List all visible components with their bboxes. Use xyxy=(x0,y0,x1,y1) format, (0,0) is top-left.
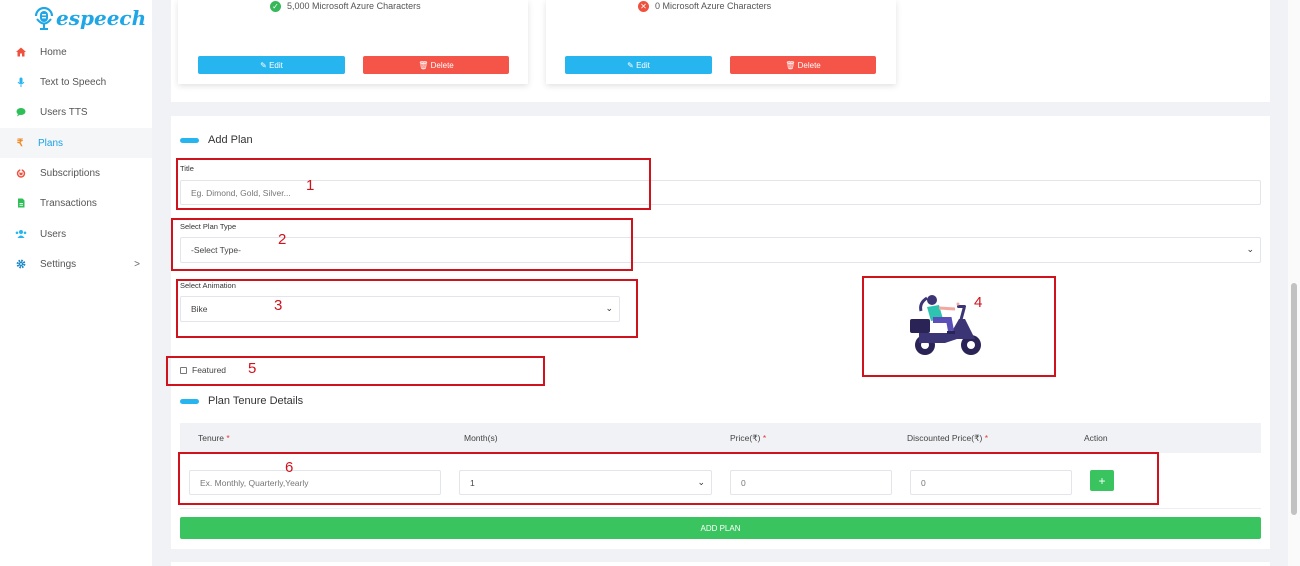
sidebar-item-label: Text to Speech xyxy=(40,76,107,88)
delete-label: Delete xyxy=(430,60,454,70)
sidebar-item-users[interactable]: Users xyxy=(0,219,152,249)
chat-icon xyxy=(15,106,27,118)
sidebar-item-users-tts[interactable]: Users TTS xyxy=(0,97,152,127)
sidebar-item-label: Users TTS xyxy=(40,106,88,118)
feature-value: 5,000 xyxy=(287,1,310,11)
plan-card: ✕ 0 Microsoft Azure Characters ✎ Edit 🗑 … xyxy=(546,0,896,84)
plan-feature: ✕ 0 Microsoft Azure Characters xyxy=(638,0,771,12)
sidebar-item-label: Transactions xyxy=(40,197,97,209)
delete-button[interactable]: 🗑 Delete xyxy=(730,56,876,74)
users-icon xyxy=(15,228,27,240)
trash-icon: 🗑 xyxy=(418,60,429,70)
gear-icon xyxy=(15,258,27,270)
annotation-number-3: 3 xyxy=(274,297,283,314)
feature-value: 0 xyxy=(655,1,661,11)
pencil-icon: ✎ xyxy=(260,60,267,70)
power-icon xyxy=(15,167,27,179)
feature-text: Microsoft Azure Characters xyxy=(662,1,772,11)
annotation-box-2 xyxy=(171,218,633,271)
edit-button[interactable]: ✎ Edit xyxy=(198,56,345,74)
sidebar-item-label: Subscriptions xyxy=(40,167,101,179)
column-header-price: Price(₹) * xyxy=(730,433,767,443)
annotation-box-3 xyxy=(176,279,638,338)
edit-label: Edit xyxy=(636,60,650,70)
table-divider xyxy=(180,508,1261,509)
bottom-panel xyxy=(171,562,1270,566)
annotation-number-1: 1 xyxy=(306,177,315,194)
home-icon xyxy=(15,46,27,58)
section-title: Add Plan xyxy=(208,134,253,146)
chevron-right-icon: > xyxy=(134,258,140,270)
pencil-icon: ✎ xyxy=(627,60,634,70)
column-header-tenure: Tenure * xyxy=(198,433,230,443)
sidebar-item-label: Users xyxy=(40,228,67,240)
annotation-box-4 xyxy=(862,276,1056,377)
tenure-table-header: Tenure * Month(s) Price(₹) * Discounted … xyxy=(180,423,1261,453)
delete-label: Delete xyxy=(797,60,821,70)
edit-button[interactable]: ✎ Edit xyxy=(565,56,712,74)
cross-icon: ✕ xyxy=(638,0,649,12)
plans-list-panel: ✓ 5,000 Microsoft Azure Characters ✎ Edi… xyxy=(171,0,1270,102)
section-title: Plan Tenure Details xyxy=(208,395,304,407)
annotation-box-6 xyxy=(178,452,1159,505)
sidebar-item-home[interactable]: Home xyxy=(0,37,152,67)
sidebar-item-transactions[interactable]: Transactions xyxy=(0,188,152,218)
trash-icon: 🗑 xyxy=(785,60,796,70)
sidebar-item-text-to-speech[interactable]: Text to Speech xyxy=(0,67,152,97)
plan-tenure-heading: Plan Tenure Details xyxy=(180,395,303,407)
annotation-number-2: 2 xyxy=(278,231,287,248)
section-accent xyxy=(180,137,199,143)
sidebar-item-subscriptions[interactable]: Subscriptions xyxy=(0,158,152,188)
sidebar: espeech Home Text to Speech Users TTS ₹ … xyxy=(0,0,152,566)
add-plan-button[interactable]: ADD PLAN xyxy=(180,517,1261,539)
column-header-months: Month(s) xyxy=(464,433,498,443)
plan-feature: ✓ 5,000 Microsoft Azure Characters xyxy=(270,0,421,12)
delete-button[interactable]: 🗑 Delete xyxy=(363,56,509,74)
sidebar-item-plans[interactable]: ₹ Plans xyxy=(0,128,152,158)
sidebar-item-label: Settings xyxy=(40,258,77,270)
check-icon: ✓ xyxy=(270,0,281,12)
feature-text: Microsoft Azure Characters xyxy=(312,1,421,11)
page-scrollbar[interactable] xyxy=(1288,0,1300,566)
annotation-number-5: 5 xyxy=(248,360,257,377)
section-accent xyxy=(180,398,199,404)
microphone-icon xyxy=(15,76,27,88)
annotation-box-5 xyxy=(166,356,545,386)
chevron-down-icon: ⌄ xyxy=(1246,243,1254,254)
column-header-action: Action xyxy=(1084,433,1108,443)
logo-icon xyxy=(33,6,55,30)
annotation-number-6: 6 xyxy=(285,459,294,476)
annotation-number-4: 4 xyxy=(974,294,983,311)
plan-card: ✓ 5,000 Microsoft Azure Characters ✎ Edi… xyxy=(178,0,528,84)
brand-logo[interactable]: espeech xyxy=(33,5,146,31)
file-icon xyxy=(15,197,27,209)
scrollbar-thumb[interactable] xyxy=(1291,283,1297,515)
add-plan-heading: Add Plan xyxy=(180,134,253,146)
logo-text: espeech xyxy=(56,6,147,30)
annotation-box-1 xyxy=(176,158,651,210)
sidebar-item-label: Plans xyxy=(38,137,64,149)
edit-label: Edit xyxy=(269,60,283,70)
rupee-icon: ₹ xyxy=(16,137,24,149)
column-header-discounted-price: Discounted Price(₹) * xyxy=(907,433,989,443)
sidebar-item-label: Home xyxy=(40,46,67,58)
sidebar-item-settings[interactable]: Settings > xyxy=(0,249,152,279)
